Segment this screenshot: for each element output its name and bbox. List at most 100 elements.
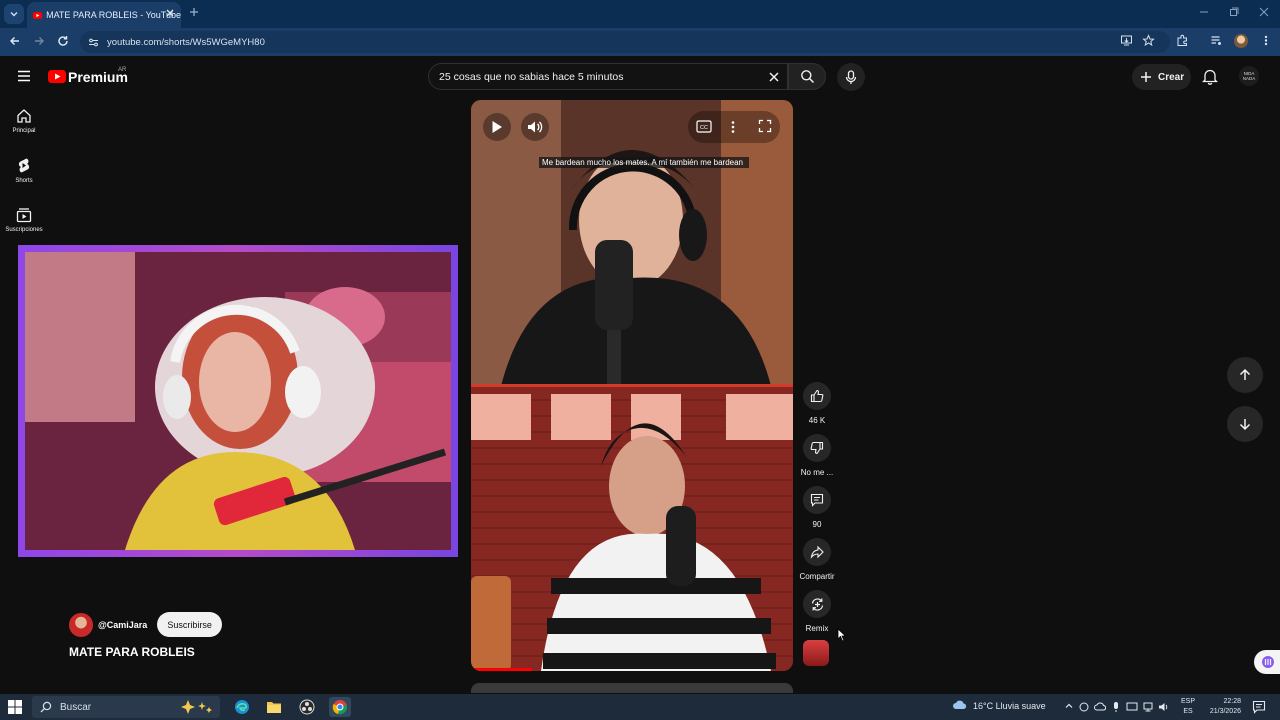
search-icon xyxy=(800,70,814,84)
taskbar-chrome[interactable] xyxy=(329,697,351,717)
close-tab-icon[interactable] xyxy=(165,8,175,18)
remix-icon xyxy=(811,597,823,611)
close-window-icon[interactable] xyxy=(1258,6,1270,18)
weather-text: 16°C Lluvia suave xyxy=(973,701,1046,711)
more-options-icon[interactable] xyxy=(730,120,736,134)
taskbar-edge[interactable] xyxy=(231,697,253,717)
region-code: AR xyxy=(118,67,127,73)
voice-search-button[interactable] xyxy=(837,63,865,91)
video-progress-bar[interactable] xyxy=(471,668,533,671)
browser-toolbar: youtube.com/shorts/Ws5WGeMYH80 xyxy=(0,28,1280,56)
player-top-right-controls: CC xyxy=(688,111,780,143)
show-hidden-icons-chevron-icon[interactable] xyxy=(1064,701,1074,711)
webcam-scene-illustration xyxy=(25,252,451,550)
short-title[interactable]: MATE PARA ROBLEIS xyxy=(69,645,195,659)
thumbs-down-icon xyxy=(810,441,824,455)
volume-button[interactable] xyxy=(521,113,549,141)
new-tab-icon[interactable] xyxy=(187,5,201,19)
forward-icon[interactable] xyxy=(32,34,46,48)
clock-date: 21/3/2026 xyxy=(1209,708,1241,715)
home-icon xyxy=(17,109,31,123)
search-button[interactable] xyxy=(788,63,826,90)
profile-avatar[interactable] xyxy=(1234,34,1248,48)
onedrive-icon[interactable] xyxy=(1094,701,1106,713)
create-button[interactable]: Crear xyxy=(1132,64,1191,90)
browser-menu-icon[interactable] xyxy=(1260,34,1272,47)
video-bottom-half xyxy=(471,386,793,671)
bookmark-star-icon[interactable] xyxy=(1142,34,1155,47)
share-button[interactable]: Compartir xyxy=(798,538,836,581)
hamburger-menu-icon[interactable] xyxy=(17,70,31,82)
thumbs-up-icon xyxy=(810,389,824,403)
extensions-icon[interactable] xyxy=(1176,34,1189,47)
subscriptions-icon xyxy=(16,208,32,223)
sound-source-thumbnail[interactable] xyxy=(803,640,829,666)
obs-icon xyxy=(299,699,315,715)
tray-display-icon[interactable] xyxy=(1126,701,1138,713)
tab-search-button[interactable] xyxy=(4,4,24,24)
play-icon xyxy=(492,121,502,133)
shorts-video-player[interactable]: Me bardean mucho los mates. A mí también… xyxy=(471,100,793,671)
speaker-icon[interactable] xyxy=(1158,701,1170,713)
address-bar[interactable]: youtube.com/shorts/Ws5WGeMYH80 xyxy=(80,31,1170,53)
guide-item-subscriptions[interactable]: Suscripciones xyxy=(0,207,48,233)
youtube-logo-icon[interactable] xyxy=(48,70,66,83)
chevron-down-icon xyxy=(10,12,18,17)
restore-icon[interactable] xyxy=(1228,6,1240,18)
like-button[interactable]: 46 K xyxy=(798,382,836,425)
clear-search-icon[interactable] xyxy=(767,70,781,84)
back-icon[interactable] xyxy=(8,34,22,48)
search-query-text: 25 cosas que no sabias hace 5 minutos xyxy=(439,71,624,83)
folder-icon xyxy=(267,702,281,713)
taskbar-clock[interactable]: 22:28 21/3/2026 xyxy=(1203,697,1241,717)
tray-app-icon[interactable] xyxy=(1078,701,1090,713)
taskbar-weather[interactable]: 16°C Lluvia suave xyxy=(952,700,1046,712)
remix-button[interactable]: Remix xyxy=(798,590,836,633)
comments-button[interactable]: 90 xyxy=(798,486,836,529)
search-input[interactable]: 25 cosas que no sabias hace 5 minutos xyxy=(428,63,788,90)
taskbar-search-box[interactable]: Buscar xyxy=(32,696,220,718)
youtube-header: Premium AR 25 cosas que no sabias hace 5… xyxy=(0,56,1280,96)
clock-time: 22:28 xyxy=(1223,698,1241,705)
closed-captions-icon[interactable]: CC xyxy=(696,120,712,133)
media-controls-icon[interactable] xyxy=(1210,34,1223,47)
site-info-icon[interactable] xyxy=(88,37,99,48)
svg-text:CC: CC xyxy=(700,125,708,131)
taskbar-file-explorer[interactable] xyxy=(263,697,285,717)
guide-item-label: Suscripciones xyxy=(5,227,43,233)
comment-count: 90 xyxy=(812,520,822,529)
windows-start-icon[interactable] xyxy=(8,700,22,714)
dislike-button[interactable]: No me ... xyxy=(798,434,836,477)
next-short-preview[interactable] xyxy=(471,683,793,693)
browser-tab-bar: MATE PARA ROBLEIS - YouTube xyxy=(0,0,1280,28)
channel-name[interactable]: @CamiJara xyxy=(98,620,147,630)
guide-item-principal[interactable]: Principal xyxy=(0,108,48,134)
notification-center-icon[interactable] xyxy=(1252,700,1266,714)
tray-spacer xyxy=(1169,701,1170,702)
sparkle-decoration-icon xyxy=(181,700,212,714)
channel-avatar[interactable] xyxy=(69,612,93,637)
youtube-favicon-icon xyxy=(33,11,43,19)
tray-mic-icon[interactable] xyxy=(1110,701,1122,713)
share-icon xyxy=(810,545,824,559)
browser-tab-active[interactable]: MATE PARA ROBLEIS - YouTube xyxy=(27,2,181,28)
previous-short-button[interactable] xyxy=(1227,357,1263,393)
fullscreen-icon[interactable] xyxy=(758,119,772,133)
arrow-up-icon xyxy=(1239,368,1251,380)
language-indicator[interactable]: ESP ES xyxy=(1181,697,1195,717)
side-extension-button[interactable] xyxy=(1254,650,1280,674)
install-app-icon[interactable] xyxy=(1120,34,1133,47)
share-label: Compartir xyxy=(799,572,835,581)
taskbar-obs[interactable] xyxy=(296,697,318,717)
guide-item-label: Shorts xyxy=(15,178,33,184)
create-label: Crear xyxy=(1158,71,1185,83)
account-avatar[interactable]: NIDA NADA xyxy=(1239,66,1259,86)
guide-item-shorts[interactable]: Shorts xyxy=(0,157,48,184)
play-button[interactable] xyxy=(483,113,511,141)
minimize-icon[interactable] xyxy=(1198,6,1210,18)
subscribe-button[interactable]: Suscribirse xyxy=(157,612,222,637)
network-icon[interactable] xyxy=(1142,701,1154,713)
notifications-bell-icon[interactable] xyxy=(1202,68,1218,85)
reload-icon[interactable] xyxy=(56,34,70,48)
next-short-button[interactable] xyxy=(1227,406,1263,442)
